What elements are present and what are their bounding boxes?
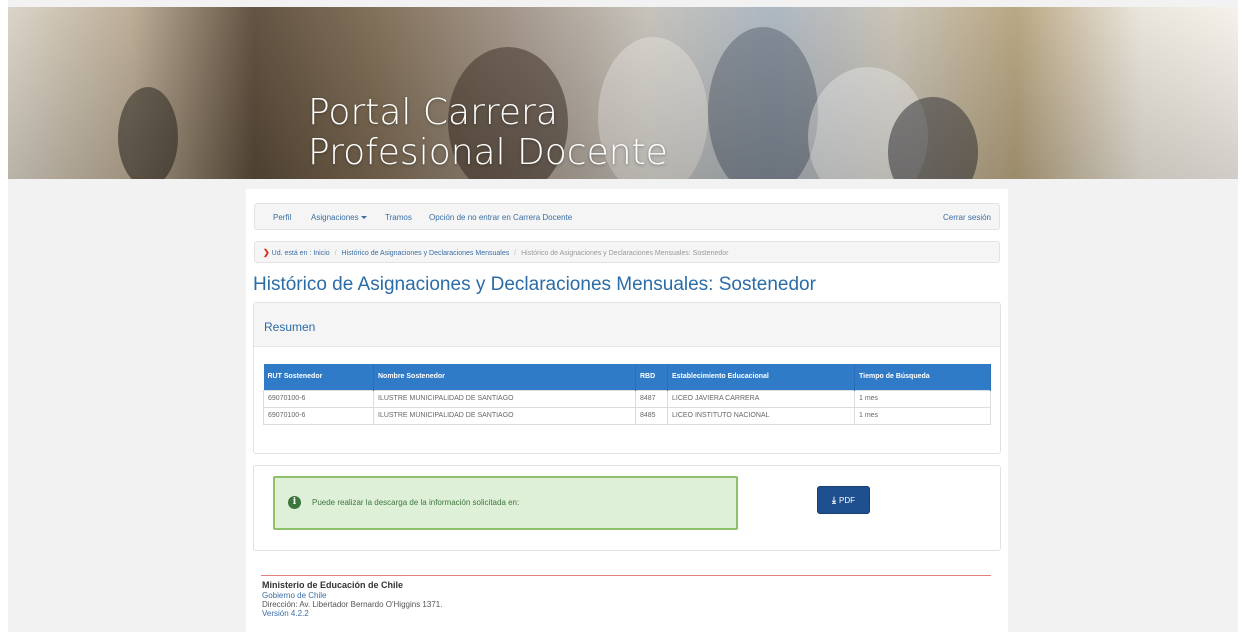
cell-rbd: 8487 (635, 389, 668, 408)
breadcrumb: ❯ Ud. está en : Inicio / Histórico de As… (254, 241, 1000, 263)
download-alert: i Puede realizar la descarga de la infor… (273, 476, 738, 530)
summary-heading: Resumen (254, 303, 1000, 347)
table-row: 69070100-6 ILUSTRE MUNICIPALIDAD DE SANT… (263, 406, 991, 425)
download-pdf-button[interactable]: ⤓ PDF (817, 486, 870, 514)
summary-panel: Resumen RUT Sostenedor Nombre Sostenedor… (253, 302, 1001, 454)
nav-perfil[interactable]: Perfil (273, 213, 291, 222)
cell-rut: 69070100-6 (263, 389, 374, 408)
info-icon: i (288, 496, 301, 509)
download-message: Puede realizar la descarga de la informa… (312, 498, 520, 507)
cell-nombre: ILUSTRE MUNICIPALIDAD DE SANTIAGO (373, 389, 636, 408)
nav-tramos[interactable]: Tramos (385, 213, 412, 222)
nav-asignaciones-dropdown[interactable]: Asignaciones (311, 213, 367, 222)
top-navbar: Perfil Asignaciones Tramos Opción de no … (254, 203, 1000, 230)
breadcrumb-current: Histórico de Asignaciones y Declaracione… (521, 250, 729, 257)
table-header-row: RUT Sostenedor Nombre Sostenedor RBD Est… (263, 364, 991, 390)
main-content: Perfil Asignaciones Tramos Opción de no … (246, 189, 1008, 632)
footer: Ministerio de Educación de Chile Gobiern… (262, 580, 442, 618)
breadcrumb-separator: / (334, 250, 337, 257)
cell-establecimiento: LICEO INSTITUTO NACIONAL (667, 406, 855, 425)
cell-rut: 69070100-6 (263, 406, 374, 425)
window-frame-left (0, 0, 8, 632)
footer-gobierno-link[interactable]: Gobierno de Chile (262, 591, 326, 600)
col-tiempo-busqueda: Tiempo de Búsqueda (854, 364, 991, 390)
banner-title: Portal Carrera Profesional Docente (308, 93, 668, 173)
cell-tiempo: 1 mes (854, 406, 991, 425)
cell-establecimiento: LICEO JAVIERA CARRERA (667, 389, 855, 408)
col-nombre-sostenedor: Nombre Sostenedor (373, 364, 636, 390)
footer-ministry: Ministerio de Educación de Chile (262, 580, 404, 590)
cell-rbd: 8485 (635, 406, 668, 425)
window-frame-right (1238, 0, 1244, 632)
banner-title-line2: Profesional Docente (308, 132, 668, 173)
cell-nombre: ILUSTRE MUNICIPALIDAD DE SANTIAGO (373, 406, 636, 425)
col-rbd: RBD (635, 364, 668, 390)
header-banner: Portal Carrera Profesional Docente (8, 7, 1238, 179)
col-establecimiento: Establecimiento Educacional (667, 364, 855, 390)
download-panel: i Puede realizar la descarga de la infor… (253, 465, 1001, 551)
nav-asignaciones-label: Asignaciones (311, 213, 359, 222)
table-row: 69070100-6 ILUSTRE MUNICIPALIDAD DE SANT… (263, 389, 991, 408)
pdf-button-label: PDF (838, 496, 855, 505)
banner-title-line1: Portal Carrera (308, 92, 558, 133)
page-title: Histórico de Asignaciones y Declaracione… (253, 274, 816, 295)
footer-divider (261, 575, 991, 576)
breadcrumb-inicio[interactable]: Inicio (313, 250, 329, 257)
logout-link[interactable]: Cerrar sesión (943, 213, 991, 222)
col-rut-sostenedor: RUT Sostenedor (263, 364, 374, 390)
caret-down-icon (360, 216, 367, 220)
download-icon: ⤓ (832, 495, 836, 505)
summary-table: RUT Sostenedor Nombre Sostenedor RBD Est… (263, 364, 991, 425)
nav-opcion-no-entrar[interactable]: Opción de no entrar en Carrera Docente (429, 213, 572, 222)
footer-version-link[interactable]: Versión 4.2.2 (262, 609, 309, 618)
cell-tiempo: 1 mes (854, 389, 991, 408)
breadcrumb-separator: / (514, 250, 517, 257)
chevron-right-icon: ❯ (263, 248, 270, 257)
breadcrumb-historico[interactable]: Histórico de Asignaciones y Declaracione… (342, 250, 510, 257)
footer-address: Dirección: Av. Libertador Bernardo O'Hig… (262, 600, 443, 609)
breadcrumb-prefix: Ud. está en : (271, 250, 312, 257)
